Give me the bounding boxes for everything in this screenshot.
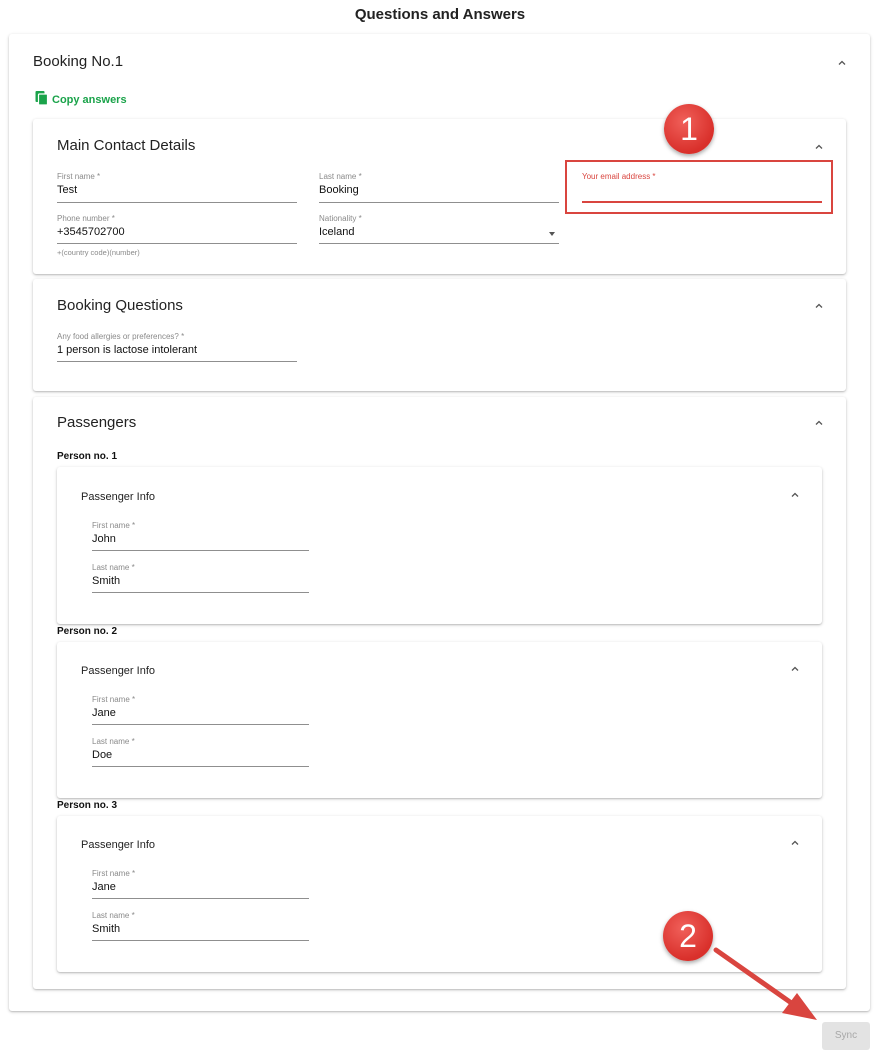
- passenger-first-name-underline: [92, 898, 309, 899]
- collapse-passenger-chevron-up-icon[interactable]: [790, 664, 800, 674]
- passenger-info-title: Passenger Info: [81, 491, 155, 503]
- passenger-info-title: Passenger Info: [81, 665, 155, 677]
- collapse-questions-chevron-up-icon[interactable]: [814, 301, 824, 311]
- passenger-first-name-label: First name *: [92, 521, 136, 530]
- phone-value[interactable]: +3545702700: [57, 224, 297, 240]
- passenger-last-name-value[interactable]: Smith: [92, 573, 309, 589]
- passenger-last-name-field[interactable]: Last name * Smith: [92, 910, 309, 941]
- phone-underline: [57, 243, 297, 244]
- food-preferences-underline: [57, 361, 297, 362]
- passenger-first-name-field[interactable]: First name * John: [92, 520, 309, 551]
- annotation-marker-2: 2: [663, 911, 713, 961]
- passenger-first-name-label: First name *: [92, 695, 136, 704]
- nationality-select[interactable]: Nationality * Iceland: [319, 213, 559, 244]
- last-name-underline: [319, 202, 559, 203]
- passenger-last-name-underline: [92, 592, 309, 593]
- passenger-first-name-value[interactable]: Jane: [92, 705, 309, 721]
- first-name-field[interactable]: First name * Test: [57, 171, 297, 203]
- collapse-contact-chevron-up-icon[interactable]: [814, 142, 824, 152]
- passenger-first-name-field[interactable]: First name * Jane: [92, 868, 309, 899]
- passenger-info-title: Passenger Info: [81, 839, 155, 851]
- booking-title: Booking No.1: [33, 53, 124, 70]
- passenger-first-name-label: First name *: [92, 869, 136, 878]
- email-highlight-box: [565, 160, 833, 214]
- last-name-field[interactable]: Last name * Booking: [319, 171, 559, 203]
- collapse-passengers-chevron-up-icon[interactable]: [814, 418, 824, 428]
- passenger-first-name-value[interactable]: John: [92, 531, 309, 547]
- passenger-last-name-label: Last name *: [92, 563, 135, 572]
- last-name-label: Last name *: [319, 172, 362, 181]
- food-preferences-field[interactable]: Any food allergies or preferences? * 1 p…: [57, 331, 297, 362]
- main-contact-title: Main Contact Details: [57, 137, 196, 154]
- passenger-last-name-underline: [92, 940, 309, 941]
- copy-icon: [34, 90, 50, 109]
- nationality-underline: [319, 243, 559, 244]
- annotation-marker-1: 1: [664, 104, 714, 154]
- person-label: Person no. 3: [57, 800, 118, 811]
- food-preferences-label: Any food allergies or preferences? *: [57, 332, 185, 341]
- passenger-first-name-underline: [92, 724, 309, 725]
- page-title: Questions and Answers: [354, 6, 526, 23]
- first-name-label: First name *: [57, 172, 101, 181]
- nationality-value[interactable]: Iceland: [319, 224, 559, 240]
- food-preferences-value[interactable]: 1 person is lactose intolerant: [57, 342, 297, 358]
- collapse-passenger-chevron-up-icon[interactable]: [790, 838, 800, 848]
- dropdown-caret-icon[interactable]: [549, 232, 555, 236]
- first-name-underline: [57, 202, 297, 203]
- passenger-last-name-label: Last name *: [92, 737, 135, 746]
- passenger-first-name-value[interactable]: Jane: [92, 879, 309, 895]
- phone-hint: +(country code)(number): [57, 248, 140, 257]
- collapse-booking-chevron-up-icon[interactable]: [837, 58, 847, 68]
- passengers-title: Passengers: [57, 414, 137, 431]
- phone-label: Phone number *: [57, 214, 115, 223]
- copy-answers-label: Copy answers: [52, 93, 127, 106]
- passenger-last-name-value[interactable]: Doe: [92, 747, 309, 763]
- collapse-passenger-chevron-up-icon[interactable]: [790, 490, 800, 500]
- last-name-value[interactable]: Booking: [319, 182, 559, 198]
- passenger-first-name-field[interactable]: First name * Jane: [92, 694, 309, 725]
- passenger-last-name-value[interactable]: Smith: [92, 921, 309, 937]
- booking-questions-title: Booking Questions: [57, 297, 183, 314]
- person-label: Person no. 2: [57, 626, 118, 637]
- passenger-last-name-field[interactable]: Last name * Smith: [92, 562, 309, 593]
- passenger-last-name-underline: [92, 766, 309, 767]
- passenger-last-name-field[interactable]: Last name * Doe: [92, 736, 309, 767]
- first-name-value[interactable]: Test: [57, 182, 297, 198]
- copy-answers-button[interactable]: Copy answers: [34, 90, 127, 109]
- person-label: Person no. 1: [57, 451, 118, 462]
- passenger-last-name-label: Last name *: [92, 911, 135, 920]
- passenger-first-name-underline: [92, 550, 309, 551]
- phone-field[interactable]: Phone number * +3545702700 +(country cod…: [57, 213, 297, 257]
- sync-button[interactable]: Sync: [822, 1022, 870, 1050]
- nationality-label: Nationality *: [319, 214, 362, 223]
